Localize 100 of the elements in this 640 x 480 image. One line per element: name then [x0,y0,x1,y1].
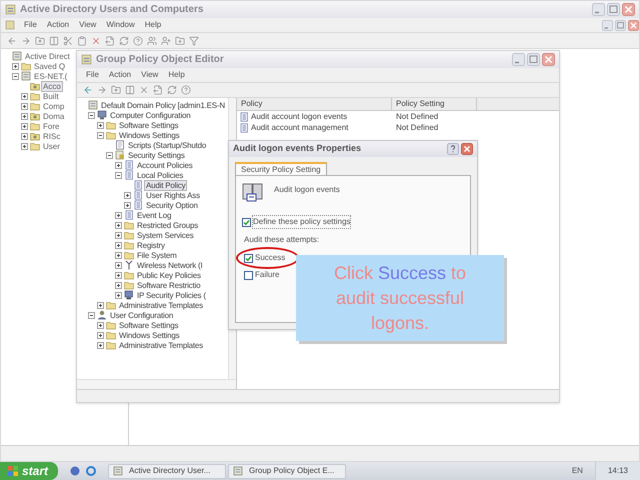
expander-icon[interactable] [88,312,95,318]
back-arrow-icon[interactable] [7,36,17,46]
expander-icon[interactable] [124,202,131,208]
tree-item[interactable]: Scripts (Startup/Shutdo [127,140,208,150]
tree-item[interactable]: Active Direct [24,52,71,60]
tree-item[interactable]: Doma [42,112,66,120]
tree-item[interactable]: Windows Settings [118,330,180,340]
checkbox[interactable] [244,270,253,280]
tree-item[interactable]: Administrative Templates [118,340,204,350]
folder-plus-icon[interactable] [175,36,185,46]
tab[interactable]: Security Policy Setting [235,162,327,175]
expander-icon[interactable] [97,122,104,128]
close-button[interactable] [622,3,635,16]
menu-item[interactable]: Help [163,69,190,81]
delete-icon[interactable] [139,85,149,95]
folder-up-icon[interactable] [111,85,121,95]
expander-icon[interactable] [115,222,122,228]
expander-icon[interactable] [115,162,122,168]
expander-icon[interactable] [97,342,104,348]
expander-icon[interactable] [115,262,122,268]
column-header[interactable]: Policy Setting [392,98,477,110]
checkbox-row[interactable]: Define these policy settings [242,216,464,228]
expander-icon[interactable] [115,282,122,288]
tree-item[interactable]: Wireless Network (I [136,260,204,270]
expander-icon[interactable] [115,242,122,248]
tree-item[interactable]: Computer Configuration [109,110,192,120]
expander-icon[interactable] [97,302,104,308]
tree-item[interactable]: Registry [136,240,166,250]
help-button[interactable] [447,143,459,155]
expander-icon[interactable] [106,152,113,158]
menu-item[interactable]: Window [101,19,140,31]
expander-icon[interactable] [21,122,28,130]
tree-item[interactable]: User Rights Ass [145,190,201,200]
expander-icon[interactable] [21,142,28,150]
expander-icon[interactable] [21,112,28,120]
tree-item[interactable]: User [42,142,61,150]
export-icon[interactable] [153,85,163,95]
expander-icon[interactable] [115,252,122,258]
expander-icon[interactable] [97,332,104,338]
refresh-icon[interactable] [119,36,129,46]
clipboard-icon[interactable] [77,36,87,46]
checkbox-row[interactable]: Success [244,252,286,264]
expander-icon[interactable] [115,272,122,278]
browser-icon[interactable] [86,466,96,476]
expander-icon[interactable] [12,62,19,70]
forward-arrow-icon[interactable] [21,36,31,46]
expander-icon[interactable] [115,232,122,238]
panel-icon[interactable] [49,36,59,46]
expander-icon[interactable] [21,92,28,100]
maximize-button[interactable] [607,3,620,16]
tree-item[interactable]: Restricted Groups [136,220,200,230]
back-arrow-icon[interactable] [83,85,93,95]
horizontal-scrollbar[interactable] [77,379,236,389]
taskbar-button[interactable]: Active Directory User... [108,464,226,478]
menu-item[interactable]: File [81,69,104,81]
tree-item[interactable]: Acco [42,82,62,90]
tree-item[interactable]: Account Policies [136,160,194,170]
menu-item[interactable]: Action [104,69,136,81]
export-icon[interactable] [105,36,115,46]
tree-item[interactable]: Public Key Policies [136,270,202,280]
tree-item[interactable]: Saved Q [33,62,66,70]
tree-item[interactable]: Windows Settings [118,130,180,140]
expander-icon[interactable] [21,102,28,110]
tree-item[interactable]: Administrative Templates [118,300,204,310]
tree-item[interactable]: RISc [42,132,62,140]
tree-item[interactable]: Event Log [136,210,172,220]
minimize-button[interactable] [602,20,613,30]
maximize-button[interactable] [527,53,540,66]
tree-item[interactable]: Audit Policy [145,180,186,190]
expander-icon[interactable] [12,72,19,80]
forward-arrow-icon[interactable] [97,85,107,95]
menu-item[interactable]: View [136,69,164,81]
expander-icon[interactable] [115,172,122,178]
close-button[interactable] [628,20,639,30]
add-user-icon[interactable] [161,36,171,46]
expander-icon[interactable] [115,292,122,298]
tree-item[interactable]: IP Security Policies ( [136,290,207,300]
expander-icon[interactable] [124,192,131,198]
tree-item[interactable]: Security Option [145,200,199,210]
expander-icon[interactable] [21,132,28,140]
expander-icon[interactable] [88,112,95,118]
folder-up-icon[interactable] [35,36,45,46]
checkbox-row[interactable]: Failure [244,269,280,281]
delete-icon[interactable] [91,36,101,46]
tree-item[interactable]: Security Settings [127,150,186,160]
tree-item[interactable]: ES-NET.( [33,72,68,80]
panel-icon[interactable] [125,85,135,95]
tree-item[interactable]: System Services [136,230,195,240]
tree-item[interactable]: Local Policies [136,170,184,180]
minimize-button[interactable] [592,3,605,16]
expander-icon[interactable] [97,132,104,138]
minimize-button[interactable] [512,53,525,66]
maximize-button[interactable] [615,20,626,30]
checkbox[interactable] [242,218,251,226]
close-button[interactable] [542,53,555,66]
tree-item[interactable]: File System [136,250,178,260]
cut-icon[interactable] [63,36,73,46]
help-icon[interactable] [181,85,191,95]
tree-item[interactable]: Built [42,92,60,100]
filter-icon[interactable] [189,36,199,46]
